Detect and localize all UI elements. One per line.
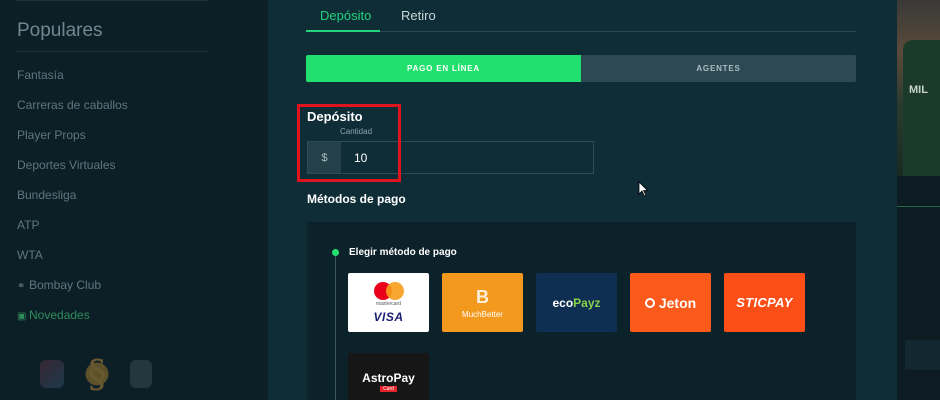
sidebar-item-novedades[interactable]: ▣ Novedades: [17, 308, 90, 322]
tab-bar: Depósito Retiro: [306, 0, 856, 32]
jeton-text: Jeton: [658, 294, 697, 311]
tab-retiro[interactable]: Retiro: [401, 8, 436, 23]
deposit-title: Depósito: [307, 109, 363, 124]
sidebar-item-wta[interactable]: WTA: [17, 248, 43, 262]
payment-methods-panel: Elegir método de pago mastercard VISA B …: [307, 222, 856, 400]
sidebar: Populares Fantasía Carreras de caballos …: [0, 0, 268, 400]
lamp-icon: ⚭: [17, 281, 26, 292]
mouse-cursor-icon: [638, 181, 649, 197]
sidebar-divider: [16, 51, 208, 52]
cards-icon[interactable]: [130, 360, 152, 388]
muchbetter-text: MuchBetter: [462, 309, 503, 319]
jeton-icon: [644, 297, 655, 308]
sports-card-icon[interactable]: [40, 360, 64, 388]
sidebar-item-bombay-club[interactable]: ⚭ Bombay Club: [17, 278, 101, 292]
sticpay-text: STICPAY: [736, 295, 793, 310]
divider: [897, 206, 940, 207]
astropay-card-label: Card: [380, 385, 397, 392]
sidebar-divider: [16, 0, 208, 1]
sidebar-item-fantasia[interactable]: Fantasía: [17, 68, 64, 82]
amount-label: Cantidad: [340, 127, 373, 136]
payment-option-jeton[interactable]: Jeton: [630, 273, 711, 332]
ecopayz-logo: ecoPayz: [552, 296, 600, 310]
amount-input[interactable]: [341, 142, 593, 173]
amount-field: $: [307, 141, 594, 174]
background-panel: [905, 340, 940, 370]
ecopayz-text-a: eco: [552, 295, 574, 310]
sidebar-item-label: Novedades: [29, 308, 90, 322]
sidebar-item-deportes-virtuales[interactable]: Deportes Virtuales: [17, 158, 116, 172]
mastercard-text: mastercard: [375, 300, 401, 307]
timeline-line: [335, 253, 336, 400]
sidebar-item-player-props[interactable]: Player Props: [17, 128, 86, 142]
sidebar-item-atp[interactable]: ATP: [17, 218, 39, 232]
currency-prefix: $: [308, 142, 341, 173]
payment-option-mastercard-visa[interactable]: mastercard VISA: [348, 273, 429, 332]
mastercard-icon: [373, 281, 404, 300]
muchbetter-icon: B: [476, 286, 489, 307]
payment-option-muchbetter[interactable]: B MuchBetter: [442, 273, 523, 332]
jersey: [903, 40, 940, 176]
astropay-text: AstroPay: [362, 370, 415, 385]
jersey-text: MIL: [909, 84, 928, 96]
chat-icon: ▣: [17, 311, 27, 322]
segment-agentes[interactable]: AGENTES: [581, 55, 856, 82]
payment-option-astropay[interactable]: AstroPay Card: [348, 353, 429, 400]
payment-type-toggle: PAGO EN LÍNEA AGENTES: [306, 55, 856, 82]
sidebar-item-label: Bombay Club: [29, 278, 102, 292]
active-tab-indicator: [306, 30, 380, 32]
player-banner-image: MIL: [897, 0, 940, 176]
sidebar-item-bundesliga[interactable]: Bundesliga: [17, 188, 76, 202]
sidebar-bottom-icons: §: [40, 352, 152, 396]
tab-deposito[interactable]: Depósito: [320, 8, 371, 23]
sidebar-item-carreras[interactable]: Carreras de caballos: [17, 98, 128, 112]
ecopayz-text-b: Payz: [573, 295, 601, 310]
jeton-logo: Jeton: [644, 294, 697, 311]
sidebar-title: Populares: [17, 20, 103, 41]
payment-option-sticpay[interactable]: STICPAY: [724, 273, 805, 332]
timeline-dot: [332, 249, 339, 256]
bombay-logo-icon[interactable]: §: [80, 352, 114, 396]
segment-pago-en-linea[interactable]: PAGO EN LÍNEA: [306, 55, 581, 82]
deposit-modal: Depósito Retiro PAGO EN LÍNEA AGENTES De…: [268, 0, 897, 400]
visa-text: VISA: [373, 309, 404, 324]
payment-methods-title: Métodos de pago: [307, 192, 406, 206]
payment-option-ecopayz[interactable]: ecoPayz: [536, 273, 617, 332]
choose-method-label: Elegir método de pago: [349, 247, 457, 258]
